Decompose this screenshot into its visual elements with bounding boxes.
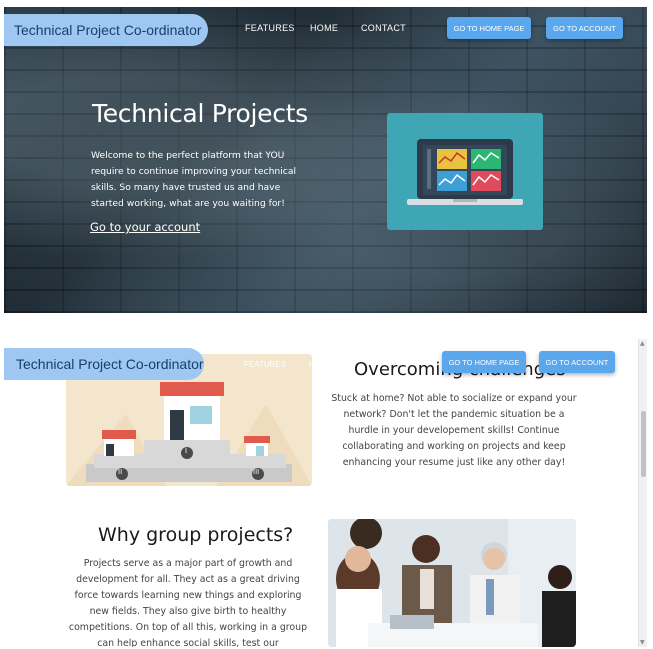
go-to-home-page-button[interactable]: GO TO HOME PAGE bbox=[447, 17, 531, 39]
scrollbar[interactable]: ▲ ▼ bbox=[638, 339, 647, 647]
podium-label-second: II bbox=[118, 468, 123, 476]
podium-label-third: III bbox=[253, 468, 260, 476]
hero-description: Welcome to the perfect platform that YOU… bbox=[91, 150, 297, 209]
content-screenshot: Technical Project Co-ordinator FEATURES … bbox=[4, 339, 647, 647]
nav-home[interactable]: HOME bbox=[310, 23, 338, 33]
nav-home-sticky[interactable]: H bbox=[309, 360, 315, 369]
scroll-up-icon[interactable]: ▲ bbox=[640, 340, 645, 347]
scroll-thumb[interactable] bbox=[641, 411, 646, 477]
laptop-illustration bbox=[387, 113, 543, 230]
why-group-projects-text: Projects serve as a major part of growth… bbox=[68, 558, 308, 647]
brand-logo-sticky[interactable]: Technical Project Co-ordinator bbox=[4, 348, 204, 380]
team-meeting-photo bbox=[328, 519, 576, 647]
why-group-projects-title: Why group projects? bbox=[98, 524, 294, 546]
podium-label-first: I bbox=[185, 447, 188, 455]
nav-features[interactable]: FEATURES bbox=[245, 23, 295, 33]
hero-screenshot: Technical Project Co-ordinator FEATURES … bbox=[4, 7, 647, 313]
scroll-down-icon[interactable]: ▼ bbox=[640, 639, 645, 646]
nav-features-sticky[interactable]: FEATURES bbox=[244, 360, 286, 369]
brand-logo[interactable]: Technical Project Co-ordinator bbox=[4, 14, 208, 46]
go-to-account-link[interactable]: Go to your account bbox=[90, 220, 200, 234]
go-to-home-page-button-sticky[interactable]: GO TO HOME PAGE bbox=[442, 351, 526, 373]
go-to-account-button[interactable]: GO TO ACCOUNT bbox=[546, 17, 623, 39]
hero-title: Technical Projects bbox=[92, 99, 308, 128]
nav-contact[interactable]: CONTACT bbox=[361, 23, 406, 33]
go-to-account-button-sticky[interactable]: GO TO ACCOUNT bbox=[539, 351, 615, 373]
overcoming-challenges-text: Stuck at home? Not able to socialize or … bbox=[331, 393, 577, 468]
